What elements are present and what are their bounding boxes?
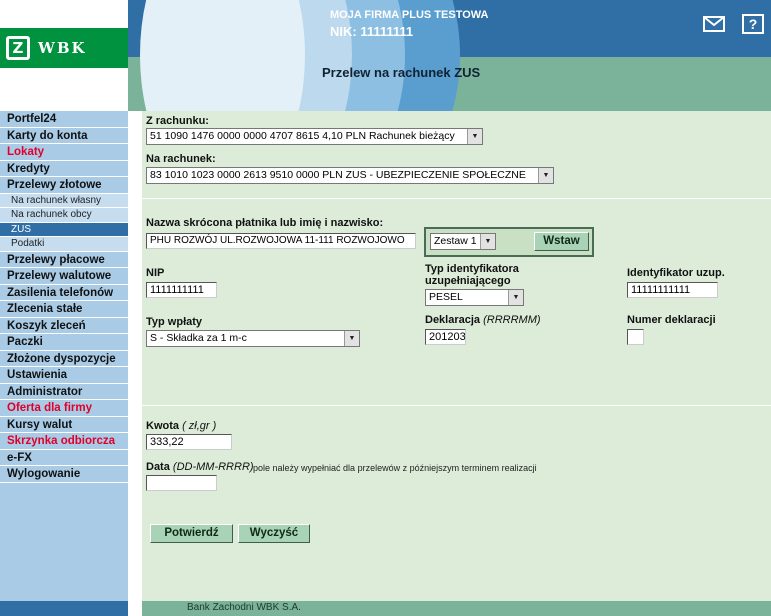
sidebar-subitem-na-rachunek-obcy[interactable]: Na rachunek obcy [0,208,128,223]
to-account-select[interactable]: 83 1010 1023 0000 2613 9510 0000 PLN ZUS… [146,167,554,184]
to-account-value: 83 1010 1023 0000 2613 9510 0000 PLN ZUS… [150,169,526,181]
logo-emblem-icon: Z [6,36,30,60]
sidebar-item-zlecenia-stale[interactable]: Zlecenia stałe [0,301,128,318]
id-extra-input[interactable]: 11111111111 [627,282,718,298]
sidebar-item-wylogowanie[interactable]: Wylogowanie [0,466,128,483]
sidebar-nav: Portfel24 Karty do konta Lokaty Kredyty Prze… [0,111,128,483]
amount-input[interactable]: 333,22 [146,434,232,450]
date-label-text: Data [146,461,170,473]
sidebar-item-administrator[interactable]: Administrator [0,383,128,400]
payer-name-label: Nazwa skrócona płatnika lub imię i nazwi… [146,217,384,229]
logo-text: WBK [38,39,87,57]
zestaw-select[interactable]: Zestaw 1 ▼ [430,233,496,250]
company-nik: NIK: 11111111 [330,24,414,39]
nip-input[interactable]: 1111111111 [146,282,217,298]
chevron-down-icon: ▼ [538,168,553,183]
payment-type-label: Typ wpłaty [146,316,203,328]
date-label: Data (DD-MM-RRRR) [146,461,254,473]
zestaw-value: Zestaw 1 [434,235,477,247]
company-name: MOJA FIRMA PLUS TESTOWA [330,9,489,21]
logo[interactable]: Z WBK [0,28,128,68]
chevron-down-icon: ▼ [480,234,495,249]
sidebar-item-ustawienia[interactable]: Ustawienia [0,367,128,384]
clear-button[interactable]: Wyczyść [238,524,310,543]
sidebar-subitem-zus[interactable]: ZUS [0,222,128,237]
declaration-label-text: Deklaracja [425,314,481,326]
from-account-select[interactable]: 51 1090 1476 0000 0000 4707 8615 4,10 PL… [146,128,483,145]
sidebar-item-kredyty[interactable]: Kredyty [0,160,128,177]
date-note: pole należy wypełniać dla przelewów z pó… [253,463,537,473]
help-icon[interactable]: ? [742,14,764,34]
sidebar-item-koszyk-zlecen[interactable]: Koszyk zleceń [0,317,128,334]
header: Z WBK MOJA FIRMA PLUS TESTOWA NIK: 11111… [0,0,771,111]
zestaw-panel: Zestaw 1 ▼ Wstaw [424,227,594,257]
divider [142,405,771,406]
amount-label-text: Kwota [146,420,179,432]
sidebar-item-portfel24[interactable]: Portfel24 [0,111,128,128]
logo-area: Z WBK [0,0,128,111]
chevron-down-icon: ▼ [467,129,482,144]
transfer-form: Z rachunku: 51 1090 1476 0000 0000 4707 … [142,111,771,601]
sidebar-item-lokaty[interactable]: Lokaty [0,144,128,161]
declaration-number-input[interactable] [627,329,644,345]
nip-label: NIP [146,267,165,279]
id-extra-label: Identyfikator uzup. [627,267,725,279]
payment-type-select[interactable]: S - Składka za 1 m-c ▼ [146,330,360,347]
insert-button[interactable]: Wstaw [534,232,589,251]
declaration-format: (RRRRMM) [483,314,541,326]
from-account-label: Z rachunku: [146,115,209,127]
amount-label: Kwota ( zł,gr ) [146,420,216,432]
id-type-value: PESEL [429,291,463,303]
chevron-down-icon: ▼ [508,290,523,305]
from-account-value: 51 1090 1476 0000 0000 4707 8615 4,10 PL… [150,130,455,142]
payer-name-input[interactable]: PHU ROZWÓJ UL.ROZWOJOWA 11-111 ROZWOJOWO [146,233,416,249]
sidebar-item-oferta-dla-firmy[interactable]: Oferta dla firmy [0,400,128,417]
sidebar-item-przelewy-placowe[interactable]: Przelewy płacowe [0,251,128,268]
id-type-label-1: Typ identyfikatora [425,263,519,275]
to-account-label: Na rachunek: [146,153,216,165]
declaration-number-label: Numer deklaracji [627,314,716,326]
page-title: Przelew na rachunek ZUS [322,65,481,80]
gutter [128,111,142,616]
sidebar: Portfel24 Karty do konta Lokaty Kredyty Prze… [0,111,128,616]
decorative-arc [140,0,305,111]
amount-format: ( zł,gr ) [182,420,217,432]
confirm-button[interactable]: Potwierdź [150,524,233,543]
sidebar-item-zasilenia-telefonow[interactable]: Zasilenia telefonów [0,284,128,301]
id-type-select[interactable]: PESEL ▼ [425,289,524,306]
declaration-label: Deklaracja (RRRRMM) [425,314,541,326]
date-format: (DD-MM-RRRR) [172,461,254,473]
sidebar-bottom [0,601,128,616]
divider [142,198,771,199]
declaration-input[interactable]: 201203 [425,329,466,345]
sidebar-subitem-na-rachunek-wlasny[interactable]: Na rachunek własny [0,193,128,208]
sidebar-item-paczki[interactable]: Paczki [0,334,128,351]
sidebar-subitem-podatki[interactable]: Podatki [0,237,128,252]
sidebar-item-e-fx[interactable]: e-FX [0,449,128,466]
sidebar-item-karty-do-konta[interactable]: Karty do konta [0,127,128,144]
sidebar-item-skrzynka-odbiorcza[interactable]: Skrzynka odbiorcza [0,433,128,450]
sidebar-item-zlozone-dyspozycje[interactable]: Złożone dyspozycje [0,350,128,367]
mail-icon[interactable] [703,14,725,34]
sidebar-item-przelewy-walutowe[interactable]: Przelewy walutowe [0,268,128,285]
chevron-down-icon: ▼ [344,331,359,346]
sidebar-item-przelewy-zlotowe[interactable]: Przelewy złotowe [0,177,128,194]
footer-text: Bank Zachodni WBK S.A. [187,602,301,613]
id-type-label-2: uzupełniającego [425,275,511,287]
footer: Bank Zachodni WBK S.A. [142,601,771,616]
payment-type-value: S - Składka za 1 m-c [150,332,247,344]
sidebar-item-kursy-walut[interactable]: Kursy walut [0,416,128,433]
date-input[interactable] [146,475,217,491]
